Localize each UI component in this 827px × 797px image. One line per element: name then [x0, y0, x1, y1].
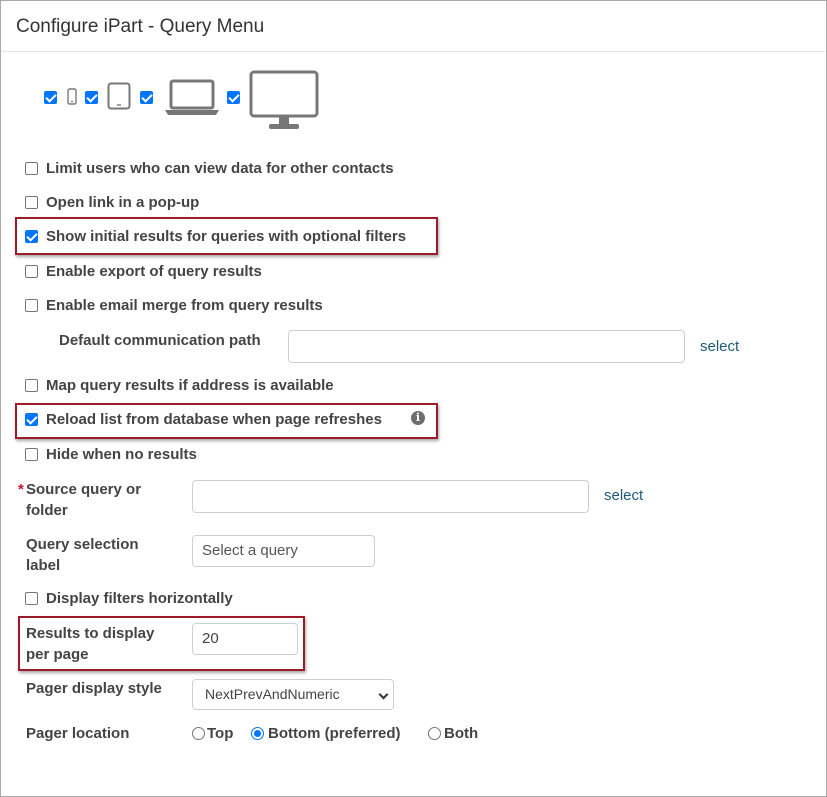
limit-users-checkbox[interactable]	[25, 162, 38, 175]
default-comm-path-input[interactable]	[288, 330, 685, 363]
pager-both-radio[interactable]	[428, 727, 441, 740]
source-query-select-link[interactable]: select	[604, 486, 643, 506]
show-initial-label: Show initial results for queries with op…	[46, 228, 407, 245]
comm-path-select-link[interactable]: select	[700, 337, 739, 357]
device-desktop-checkbox[interactable]	[227, 91, 240, 104]
display-filters-label: Display filters horizontally	[46, 590, 233, 607]
map-results-checkbox[interactable]	[25, 379, 38, 392]
desktop-icon	[249, 70, 319, 129]
display-filters-checkbox[interactable]	[25, 592, 38, 605]
phone-icon	[67, 88, 77, 105]
pager-both-label: Both	[444, 725, 479, 742]
pager-style-label: Pager display style	[26, 680, 162, 697]
dialog: Configure iPart - Query Menu Limit users…	[0, 0, 827, 797]
laptop-icon	[165, 79, 219, 115]
results-per-page-label-line1: Results to display	[26, 625, 155, 642]
open-popup-label: Open link in a pop-up	[46, 194, 200, 211]
email-merge-checkbox[interactable]	[25, 299, 38, 312]
pager-style-select[interactable]: NextPrevAndNumeric	[192, 679, 394, 710]
enable-export-checkbox[interactable]	[25, 265, 38, 278]
pager-bottom-label: Bottom (preferred)	[268, 725, 401, 742]
limit-users-label: Limit users who can view data for other …	[46, 160, 394, 177]
query-selection-label-line1: Query selection	[26, 536, 139, 553]
device-laptop-checkbox[interactable]	[140, 91, 153, 104]
open-popup-checkbox[interactable]	[25, 196, 38, 209]
hide-no-results-label: Hide when no results	[46, 446, 197, 463]
enable-export-label: Enable export of query results	[46, 263, 262, 280]
reload-list-checkbox[interactable]	[25, 413, 38, 426]
query-selection-label-line2: label	[26, 557, 61, 574]
hide-no-results-checkbox[interactable]	[25, 448, 38, 461]
source-query-label-line1: Source query or	[26, 481, 142, 498]
device-tablet-checkbox[interactable]	[85, 91, 98, 104]
info-icon[interactable]: i	[411, 411, 425, 425]
results-per-page-input[interactable]: 20	[192, 623, 298, 655]
pager-bottom-radio[interactable]	[251, 727, 264, 740]
pager-style-value: NextPrevAndNumeric	[205, 686, 340, 702]
tablet-icon	[107, 82, 131, 110]
dialog-title: Configure iPart - Query Menu	[16, 16, 265, 37]
source-query-input[interactable]	[192, 480, 589, 513]
default-comm-path-label: Default communication path	[59, 332, 261, 349]
pager-top-label: Top	[207, 725, 234, 742]
results-per-page-label-line2: per page	[26, 646, 89, 663]
chevron-down-icon	[378, 689, 389, 700]
device-phone-checkbox[interactable]	[44, 91, 57, 104]
pager-top-radio[interactable]	[192, 727, 205, 740]
map-results-label: Map query results if address is availabl…	[46, 377, 334, 394]
reload-list-label: Reload list from database when page refr…	[46, 411, 382, 428]
source-query-label-line2: folder	[26, 502, 68, 519]
email-merge-label: Enable email merge from query results	[46, 297, 323, 314]
query-selection-input[interactable]: Select a query	[192, 535, 375, 567]
pager-location-label: Pager location	[26, 725, 130, 742]
show-initial-checkbox[interactable]	[25, 230, 38, 243]
dialog-header: Configure iPart - Query Menu	[2, 2, 825, 52]
required-marker: *	[18, 481, 24, 498]
